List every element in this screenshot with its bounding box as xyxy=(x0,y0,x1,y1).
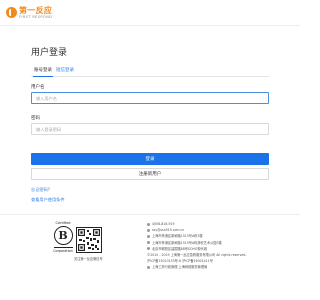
phone-icon xyxy=(147,222,150,226)
qr-code-icon xyxy=(78,229,100,251)
page-title: 用户登录 xyxy=(31,48,68,58)
bcorp-corporation-text: Corporation xyxy=(53,249,73,253)
location-icon xyxy=(147,234,150,238)
qr-label: 关注第一反应微信号 xyxy=(74,257,103,261)
bcorp-letter: B xyxy=(58,229,68,242)
brand-name-en: FIRST RESPOND xyxy=(19,15,53,19)
logo-icon xyxy=(6,7,17,18)
bcorp-divider xyxy=(53,247,73,248)
register-button[interactable]: 注册新用户 xyxy=(31,168,269,180)
login-tabs: 账号登录 短信登录 xyxy=(31,64,269,77)
forgot-password-link[interactable]: 忘记密码? xyxy=(31,187,50,193)
mail-icon xyxy=(147,228,150,232)
tab-account-login[interactable]: 账号登录 xyxy=(34,67,52,73)
bcorp-badge: Certified B Corporation xyxy=(52,221,74,253)
location-icon xyxy=(147,247,150,251)
active-tab-indicator xyxy=(33,75,53,77)
location-icon xyxy=(147,241,150,245)
bcorp-logo-icon: B xyxy=(53,226,73,245)
username-label: 用户名 xyxy=(31,85,45,90)
bcorp-certified-text: Certified xyxy=(55,221,71,225)
badge-icon xyxy=(147,265,150,269)
footer-line: 上海工商行政管理 上海网络服务管理局 xyxy=(147,264,297,270)
password-label: 密码 xyxy=(31,116,40,121)
terms-link[interactable]: 查看用户使用条件 xyxy=(31,197,65,203)
password-input[interactable] xyxy=(31,123,269,135)
wechat-qr-code xyxy=(76,227,102,253)
login-button[interactable]: 登录 xyxy=(31,153,269,165)
username-input[interactable] xyxy=(31,92,269,104)
footer-contact-info: 4008-818-919 ssy@ssx919.com.cn 上海市黄浦区新闸路… xyxy=(147,221,297,271)
site-header: 第一反应 FIRST RESPOND xyxy=(0,0,300,26)
tab-sms-login[interactable]: 短信登录 xyxy=(56,67,74,73)
